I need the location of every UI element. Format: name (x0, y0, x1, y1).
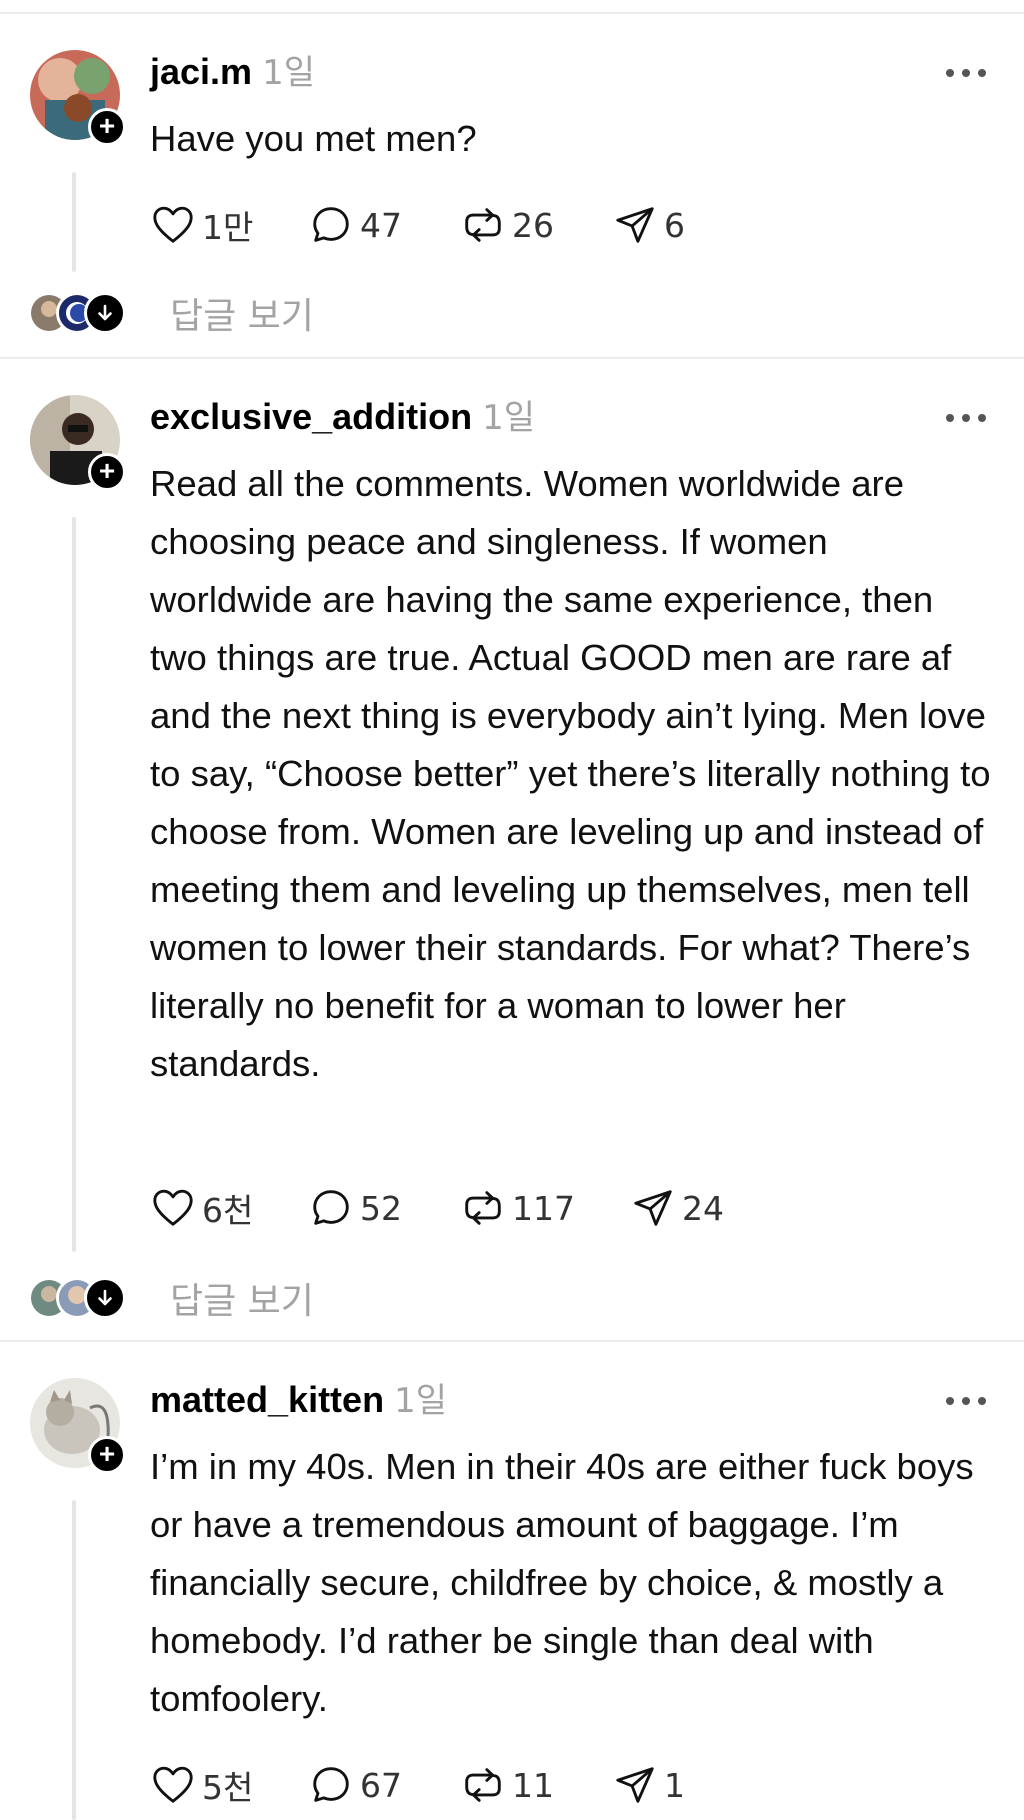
more-dots-icon[interactable] (944, 1386, 988, 1416)
share-count: 1 (664, 1765, 685, 1805)
comment-bubble-icon (313, 207, 349, 242)
share-button[interactable]: 24 (630, 1183, 724, 1233)
heart-icon (153, 1766, 193, 1803)
view-replies-label[interactable]: 답글 보기 (170, 1272, 314, 1324)
follow-plus-icon[interactable]: + (88, 453, 126, 491)
post-text: Read all the comments. Women worldwide a… (150, 463, 991, 1084)
post-divider (0, 357, 1024, 359)
repost-icon (465, 208, 501, 242)
more-dots-icon[interactable] (944, 403, 988, 433)
comment-button[interactable]: 52 (308, 1183, 402, 1233)
thread-line (72, 517, 76, 1252)
post-time: 1일 (394, 1381, 447, 1421)
repost-icon (465, 1191, 501, 1225)
arrow-down-icon (84, 292, 126, 334)
send-icon (616, 207, 654, 243)
comment-button[interactable]: 67 (308, 1760, 402, 1810)
comment-button[interactable]: 47 (308, 200, 402, 250)
comment-bubble-icon (313, 1190, 349, 1225)
view-replies[interactable]: 답글 보기 (28, 288, 314, 338)
repost-count: 11 (512, 1765, 554, 1805)
heart-icon (153, 206, 193, 243)
post-header: exclusive_addition 1일 (150, 395, 535, 440)
repost-button[interactable]: 117 (460, 1183, 575, 1233)
comment-count: 67 (360, 1765, 402, 1805)
like-count: 5천 (202, 1768, 254, 1807)
post-header: matted_kitten 1일 (150, 1378, 447, 1423)
arrow-down-icon (84, 1277, 126, 1319)
share-button[interactable]: 6 (612, 200, 685, 250)
post-divider (0, 1340, 1024, 1342)
username[interactable]: jaci.m (150, 51, 252, 92)
repost-button[interactable]: 26 (460, 200, 554, 250)
thread-line (72, 172, 76, 272)
send-icon (616, 1767, 654, 1803)
like-button[interactable]: 5천 (150, 1760, 253, 1810)
username[interactable]: exclusive_addition (150, 396, 472, 437)
top-divider (0, 12, 1024, 14)
post-text: I’m in my 40s. Men in their 40s are eith… (150, 1446, 974, 1719)
repost-button[interactable]: 11 (460, 1760, 554, 1810)
like-count: 6천 (202, 1191, 254, 1230)
more-dots-icon[interactable] (944, 58, 988, 88)
action-bar: 5천 67 11 1 (150, 1760, 750, 1810)
follow-plus-icon[interactable]: + (88, 1436, 126, 1474)
action-bar: 1만 47 26 6 (150, 200, 750, 250)
username[interactable]: matted_kitten (150, 1379, 384, 1420)
send-icon (634, 1190, 672, 1226)
comment-count: 47 (360, 205, 402, 245)
post-text: Have you met men? (150, 118, 477, 159)
post-time: 1일 (482, 398, 536, 438)
like-button[interactable]: 6천 (150, 1183, 253, 1233)
thread-line (72, 1500, 76, 1820)
like-button[interactable]: 1만 (150, 200, 253, 250)
share-count: 24 (682, 1188, 724, 1228)
view-replies[interactable]: 답글 보기 (28, 1273, 314, 1323)
repost-icon (465, 1768, 501, 1802)
heart-icon (153, 1189, 193, 1226)
repost-count: 117 (512, 1188, 575, 1228)
comment-bubble-icon (313, 1767, 349, 1802)
share-button[interactable]: 1 (612, 1760, 685, 1810)
post-time: 1일 (262, 53, 315, 93)
view-replies-label[interactable]: 답글 보기 (170, 287, 314, 339)
comment-count: 52 (360, 1188, 402, 1228)
repost-count: 26 (512, 205, 554, 245)
follow-plus-icon[interactable]: + (88, 108, 126, 146)
post-header: jaci.m 1일 (150, 50, 315, 95)
like-count: 1만 (202, 208, 254, 247)
share-count: 6 (664, 205, 685, 245)
action-bar: 6천 52 117 24 (150, 1183, 790, 1233)
